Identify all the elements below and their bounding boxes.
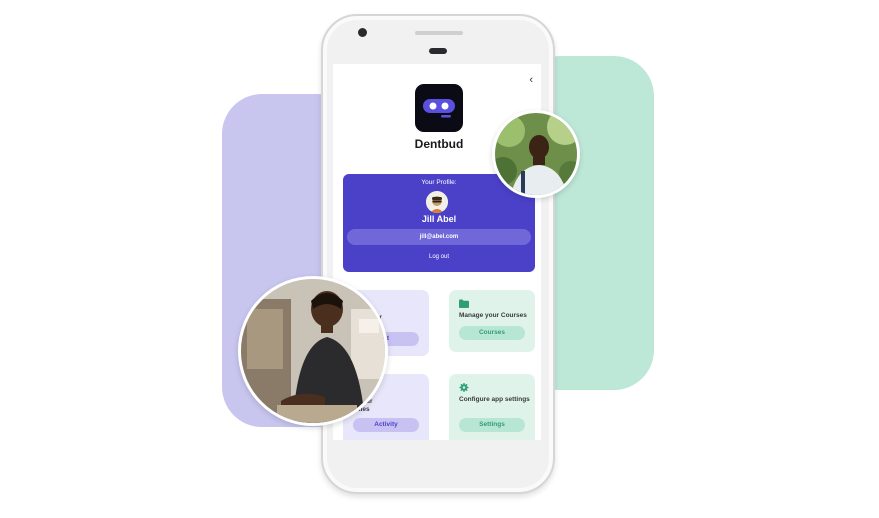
profile-name: Jill Abel [421, 214, 457, 224]
app-logo [415, 84, 463, 132]
profile-card: Your Profile: Jill Abel jill@abel.com Lo… [343, 174, 535, 272]
phone-earpiece [415, 31, 463, 35]
email-field: jill@abel.com [347, 229, 531, 245]
settings-tile: Configure app settings Settings [449, 374, 535, 440]
courses-button[interactable]: Courses [459, 326, 525, 340]
phone-speaker [429, 48, 447, 54]
tile-title: Configure app settings [459, 396, 530, 403]
person-photo-workshop [238, 276, 388, 426]
robot-face-icon [423, 99, 455, 118]
chevron-left-icon[interactable]: ‹ [529, 74, 533, 86]
phone-mockup: ‹ Dentbud Your Profile: Jill Abel jill@a… [321, 14, 555, 494]
settings-button[interactable]: Settings [459, 418, 525, 432]
gear-icon [459, 383, 469, 392]
logout-button[interactable]: Log out [343, 254, 535, 260]
person-photo-outdoor [492, 110, 580, 198]
activity-button[interactable]: Activity [353, 418, 419, 432]
courses-tile: Manage your Courses Courses [449, 290, 535, 352]
avatar [426, 191, 448, 213]
camera-lens [358, 28, 367, 37]
folder-icon [459, 299, 469, 308]
tile-title: Manage your Courses [459, 312, 527, 319]
